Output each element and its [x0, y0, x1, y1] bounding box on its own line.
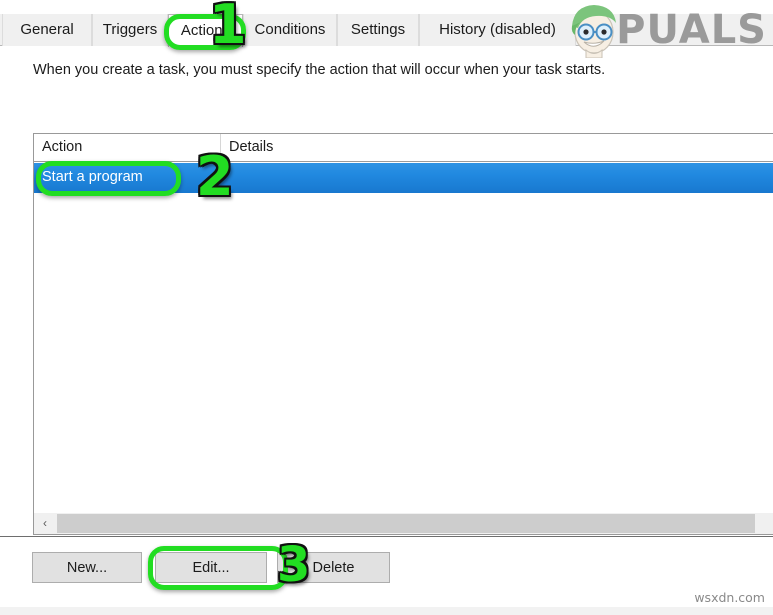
bottom-strip — [0, 607, 773, 615]
horizontal-scrollbar[interactable]: ‹ — [33, 513, 773, 535]
tab-settings[interactable]: Settings — [337, 14, 419, 46]
new-button[interactable]: New... — [32, 552, 142, 583]
pane-description: When you create a task, you must specify… — [33, 62, 606, 78]
list-column-header-row: Action Details — [34, 134, 773, 162]
actions-list-view[interactable]: Action Details Start a program — [33, 133, 773, 527]
tab-conditions[interactable]: Conditions — [243, 14, 337, 46]
row-cell-action: Start a program — [42, 169, 143, 185]
column-header-action[interactable]: Action — [34, 134, 220, 161]
column-header-details[interactable]: Details — [220, 134, 773, 161]
tab-general[interactable]: General — [2, 14, 92, 46]
tab-strip: General Triggers Actions Conditions Sett… — [0, 14, 773, 47]
button-panel-divider — [0, 536, 773, 537]
delete-button[interactable]: Delete — [277, 552, 390, 583]
wsxdn-watermark: wsxdn.com — [694, 590, 765, 605]
task-scheduler-actions-pane: General Triggers Actions Conditions Sett… — [0, 0, 773, 615]
scrollbar-thumb[interactable] — [57, 514, 755, 533]
edit-button[interactable]: Edit... — [155, 552, 267, 583]
list-row-start-a-program[interactable]: Start a program — [34, 163, 773, 193]
tab-triggers[interactable]: Triggers — [92, 14, 168, 46]
scroll-left-arrow-icon[interactable]: ‹ — [34, 513, 56, 534]
row-cell-details — [220, 163, 773, 193]
tab-actions[interactable]: Actions — [168, 14, 243, 47]
tab-history[interactable]: History (disabled) — [419, 14, 576, 46]
